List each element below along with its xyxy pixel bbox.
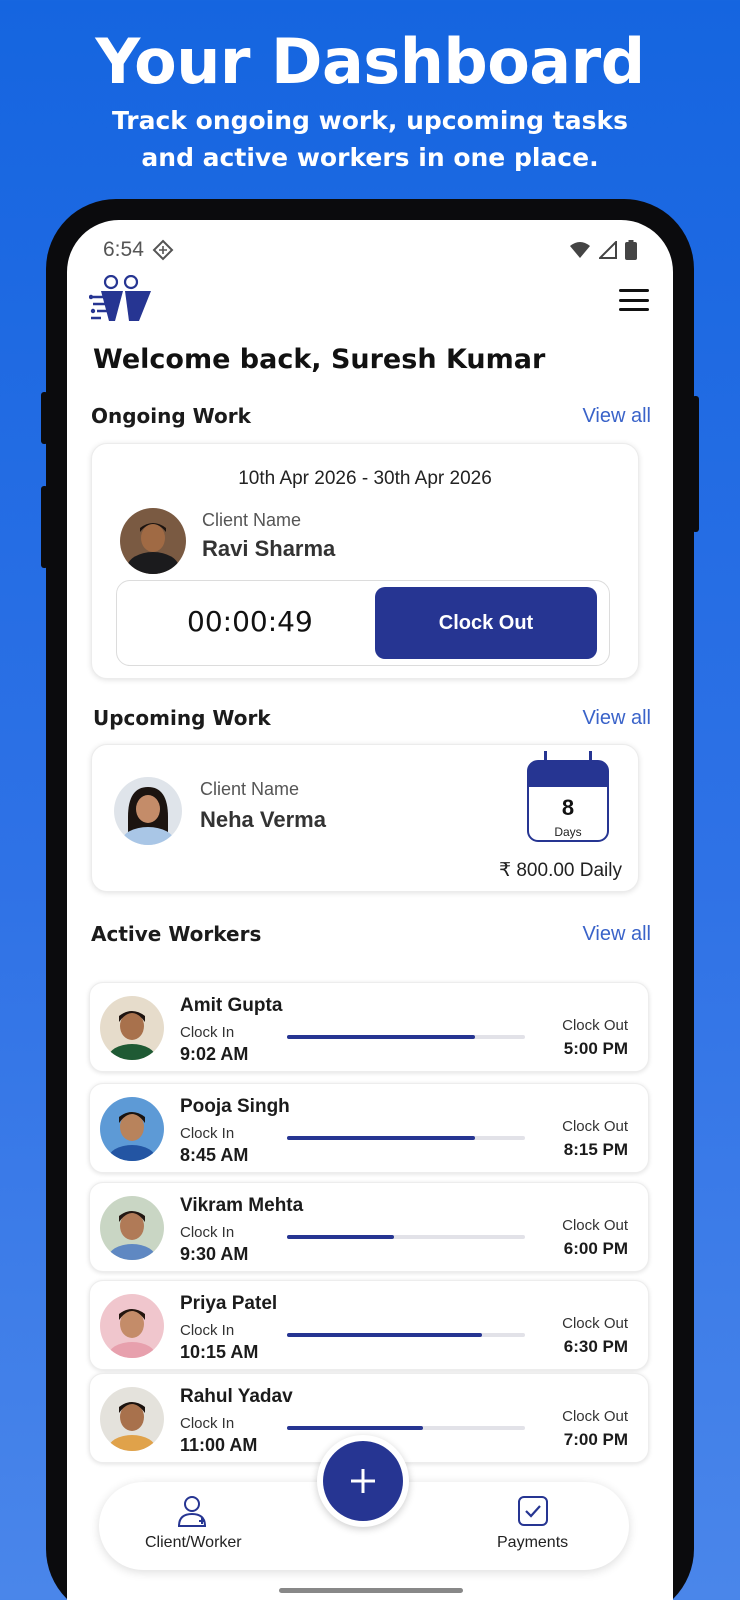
worker-row[interactable]: Amit Gupta Clock In 9:02 AM Clock Out 5:00 P… bbox=[89, 982, 649, 1072]
worker-avatar bbox=[100, 996, 164, 1060]
worker-progress-fill bbox=[287, 1035, 476, 1039]
upcoming-client-avatar bbox=[114, 777, 182, 845]
welcome-heading: Welcome back, Suresh Kumar bbox=[93, 344, 546, 375]
status-time: 6:54 bbox=[103, 238, 144, 261]
worker-clock-out-label: Clock Out bbox=[562, 1017, 628, 1034]
worker-progress-track bbox=[287, 1235, 525, 1239]
ongoing-work-header: Ongoing Work View all bbox=[91, 404, 651, 428]
worker-progress-track bbox=[287, 1035, 525, 1039]
worker-progress-fill bbox=[287, 1136, 476, 1140]
worker-clock-out-time: 6:30 PM bbox=[563, 1337, 628, 1356]
worker-name: Vikram Mehta bbox=[180, 1195, 304, 1216]
active-workers-title: Active Workers bbox=[91, 922, 262, 946]
add-icon bbox=[351, 1469, 375, 1493]
clock-out-button[interactable]: Clock Out bbox=[375, 587, 597, 659]
promo-subtitle: Track ongoing work, upcoming tasks and a… bbox=[0, 102, 740, 176]
brand-logo-icon[interactable] bbox=[89, 275, 155, 325]
promo-subtitle-line-1: Track ongoing work, upcoming tasks bbox=[111, 106, 628, 135]
worker-clock-out-time: 7:00 PM bbox=[563, 1430, 628, 1449]
worker-progress-track bbox=[287, 1333, 525, 1337]
ongoing-date-range: 10th Apr 2026 - 30th Apr 2026 bbox=[238, 468, 492, 489]
nav-client-worker-label: Client/Worker bbox=[145, 1534, 242, 1551]
nav-payments[interactable]: Payments bbox=[497, 1494, 568, 1552]
timer-box: 00:00:49 Clock Out bbox=[116, 580, 610, 666]
calendar-icon: 8 Days bbox=[526, 749, 610, 843]
add-button[interactable] bbox=[323, 1441, 403, 1521]
signal-icon bbox=[599, 241, 617, 259]
status-bar: 6:54 bbox=[103, 236, 637, 264]
worker-avatar bbox=[100, 1294, 164, 1358]
location-indicator-icon bbox=[152, 239, 174, 261]
ongoing-client-avatar bbox=[120, 508, 186, 574]
nav-client-worker[interactable]: Client/Worker bbox=[145, 1494, 242, 1552]
worker-clock-out-label: Clock Out bbox=[562, 1315, 628, 1332]
calendar-days-label: Days bbox=[554, 825, 582, 839]
worker-clock-out-label: Clock Out bbox=[562, 1408, 628, 1425]
worker-name: Rahul Yadav bbox=[180, 1386, 293, 1407]
worker-progress-fill bbox=[287, 1426, 423, 1430]
upcoming-work-title: Upcoming Work bbox=[93, 706, 271, 730]
worker-clock-in-time: 8:45 AM bbox=[180, 1145, 249, 1165]
ongoing-view-all-link[interactable]: View all bbox=[582, 405, 651, 428]
worker-progress-track bbox=[287, 1136, 525, 1140]
battery-icon bbox=[625, 240, 637, 260]
promo-header: Your Dashboard Track ongoing work, upcom… bbox=[0, 26, 740, 176]
worker-avatar bbox=[100, 1387, 164, 1451]
worker-clock-in-time: 9:30 AM bbox=[180, 1244, 249, 1264]
ongoing-work-title: Ongoing Work bbox=[91, 404, 251, 428]
calendar-days-number: 8 bbox=[561, 795, 575, 820]
ongoing-work-card[interactable]: 10th Apr 2026 - 30th Apr 2026 Client Nam… bbox=[91, 443, 639, 679]
worker-clock-in-time: 9:02 AM bbox=[180, 1044, 249, 1064]
upcoming-rate: ₹ 800.00 Daily bbox=[499, 860, 622, 881]
worker-clock-out-time: 6:00 PM bbox=[563, 1239, 628, 1258]
user-add-icon bbox=[178, 1496, 207, 1527]
nav-payments-label: Payments bbox=[497, 1534, 569, 1551]
worker-row[interactable]: Priya Patel Clock In 10:15 AM Clock Out 6:30… bbox=[89, 1280, 649, 1370]
promo-title: Your Dashboard bbox=[95, 25, 645, 98]
worker-name: Pooja Singh bbox=[180, 1096, 290, 1117]
worker-clock-in-label: Clock In bbox=[180, 1024, 235, 1041]
upcoming-client-name: Neha Verma bbox=[200, 807, 326, 832]
promo-subtitle-line-2: and active workers in one place. bbox=[141, 143, 599, 172]
upcoming-work-card[interactable]: Client Name Neha Verma 8 Days ₹ 800.00 D… bbox=[91, 744, 639, 892]
worker-clock-in-label: Clock In bbox=[180, 1224, 235, 1241]
worker-clock-in-time: 11:00 AM bbox=[180, 1435, 258, 1455]
worker-clock-out-label: Clock Out bbox=[562, 1217, 628, 1234]
payments-check-icon bbox=[517, 1496, 548, 1526]
phone-side-button-1 bbox=[41, 392, 48, 444]
worker-clock-out-time: 5:00 PM bbox=[563, 1039, 628, 1058]
worker-row[interactable]: Vikram Mehta Clock In 9:30 AM Clock Out 6:00… bbox=[89, 1182, 649, 1272]
worker-name: Priya Patel bbox=[180, 1293, 278, 1314]
worker-progress-track bbox=[287, 1426, 525, 1430]
worker-clock-out-label: Clock Out bbox=[562, 1118, 628, 1135]
app-bar bbox=[89, 272, 651, 328]
app-screen: 6:54 Welcome back, Suresh Kumar Ongoing … bbox=[67, 220, 673, 1600]
active-workers-view-all-link[interactable]: View all bbox=[582, 923, 651, 946]
ongoing-client-name: Ravi Sharma bbox=[202, 536, 336, 561]
worker-clock-in-label: Clock In bbox=[180, 1322, 235, 1339]
upcoming-view-all-link[interactable]: View all bbox=[582, 707, 651, 730]
upcoming-client-label: Client Name bbox=[200, 779, 300, 799]
worker-progress-fill bbox=[287, 1333, 483, 1337]
work-timer: 00:00:49 bbox=[187, 605, 313, 638]
worker-avatar bbox=[100, 1097, 164, 1161]
worker-clock-out-time: 8:15 PM bbox=[563, 1140, 628, 1159]
phone-side-button-2 bbox=[41, 486, 48, 568]
worker-name: Amit Gupta bbox=[180, 995, 283, 1016]
phone-side-button-3 bbox=[692, 396, 699, 532]
active-workers-header: Active Workers View all bbox=[91, 922, 651, 946]
worker-clock-in-time: 10:15 AM bbox=[180, 1342, 259, 1362]
menu-icon[interactable] bbox=[619, 289, 649, 311]
worker-avatar bbox=[100, 1196, 164, 1260]
worker-clock-in-label: Clock In bbox=[180, 1125, 235, 1142]
worker-row[interactable]: Pooja Singh Clock In 8:45 AM Clock Out 8:15 … bbox=[89, 1083, 649, 1173]
worker-progress-fill bbox=[287, 1235, 395, 1239]
upcoming-work-header: Upcoming Work View all bbox=[91, 706, 651, 730]
ongoing-client-label: Client Name bbox=[202, 510, 302, 530]
wifi-icon bbox=[570, 242, 590, 258]
worker-clock-in-label: Clock In bbox=[180, 1415, 235, 1432]
home-indicator[interactable] bbox=[279, 1588, 463, 1593]
